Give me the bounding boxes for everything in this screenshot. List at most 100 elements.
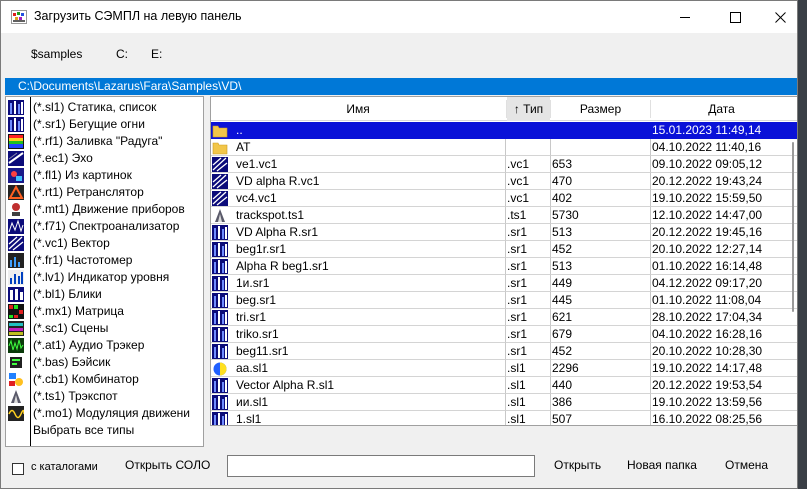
file-row[interactable]: beg.sr1 .sr1 445 01.10.2022 11:08,04	[211, 292, 797, 309]
type-item[interactable]: (*.cb1) Комбинатор	[6, 371, 203, 388]
file-date: 19.10.2022 15:59,50	[651, 190, 797, 207]
file-list[interactable]: Имя ↑ Тип Размер Дата .. 15.01.2023 11:49…	[210, 96, 797, 426]
type-item[interactable]: (*.ts1) Трэкспот	[6, 388, 203, 405]
type-item[interactable]: Выбрать все типы	[6, 422, 203, 439]
maximize-button[interactable]	[712, 1, 758, 33]
column-date[interactable]: Дата	[651, 97, 792, 121]
modulation-icon	[8, 406, 24, 421]
column-name[interactable]: Имя	[211, 97, 505, 121]
file-row[interactable]: .. 15.01.2023 11:49,14	[211, 122, 797, 139]
file-row[interactable]: Alpha R beg1.sr1 .sr1 513 01.10.2022 16:14,…	[211, 258, 797, 275]
matrix-icon	[8, 304, 24, 319]
file-name: 1и.sr1	[235, 275, 506, 292]
folder-icon	[211, 122, 235, 139]
new-folder-button[interactable]: Новая папка	[627, 458, 697, 472]
type-item[interactable]: (*.fr1) Частотомер	[6, 252, 203, 269]
file-name: trackspot.ts1	[235, 207, 506, 224]
file-row[interactable]: beg1r.sr1 .sr1 452 20.10.2022 12:27,14	[211, 241, 797, 258]
file-row[interactable]: aa.sl1 .sl1 2296 19.10.2022 14:17,48	[211, 360, 797, 377]
solo-input[interactable]	[227, 455, 535, 477]
combinator-icon	[8, 372, 24, 387]
file-row[interactable]: VD Alpha R.sr1 .sr1 513 20.12.2022 19:45,16	[211, 224, 797, 241]
file-size: 513	[551, 258, 651, 275]
type-item[interactable]: (*.mx1) Матрица	[6, 303, 203, 320]
file-type: .sr1	[506, 241, 551, 258]
file-date: 19.10.2022 13:59,56	[651, 394, 797, 411]
bottom-bar: с каталогами Открыть СОЛО Открыть Новая …	[1, 450, 797, 488]
file-row[interactable]: 1.sl1 .sl1 507 16.10.2022 08:25,56	[211, 411, 797, 425]
file-size: 679	[551, 326, 651, 343]
type-item[interactable]: (*.ec1) Эхо	[6, 150, 203, 167]
cancel-button[interactable]: Отмена	[725, 458, 768, 472]
file-type: .sl1	[506, 411, 551, 425]
app-icon	[11, 10, 27, 24]
type-item[interactable]: (*.mt1) Движение приборов	[6, 201, 203, 218]
file-row[interactable]: vc4.vc1 .vc1 402 19.10.2022 15:59,50	[211, 190, 797, 207]
file-row[interactable]: Vector Alpha R.sl1 .sl1 440 20.12.2022 19:5…	[211, 377, 797, 394]
file-date: 16.10.2022 08:25,56	[651, 411, 797, 425]
column-type[interactable]: ↑ Тип	[507, 97, 550, 121]
file-row[interactable]: tri.sr1 .sr1 621 28.10.2022 17:04,34	[211, 309, 797, 326]
bars-icon	[211, 309, 235, 326]
type-item[interactable]: (*.vc1) Вектор	[6, 235, 203, 252]
type-item[interactable]: (*.bl1) Блики	[6, 286, 203, 303]
file-date: 19.10.2022 14:17,48	[651, 360, 797, 377]
drive-e[interactable]: E:	[151, 47, 162, 61]
file-size: 653	[551, 156, 651, 173]
glare-icon	[8, 287, 24, 302]
open-button[interactable]: Открыть	[554, 458, 601, 472]
file-type: .sl1	[506, 360, 551, 377]
type-item-label: (*.f71) Спектроанализатор	[33, 219, 180, 233]
type-item[interactable]: (*.f71) Спектроанализатор	[6, 218, 203, 235]
type-item-label: (*.bas) Бэйсик	[33, 355, 111, 369]
type-item[interactable]: (*.rt1) Ретранслятор	[6, 184, 203, 201]
file-date: 01.10.2022 16:14,48	[651, 258, 797, 275]
file-name: beg11.sr1	[235, 343, 506, 360]
title-bar[interactable]: Загрузить СЭМПЛ на левую панель	[1, 1, 797, 33]
file-size: 513	[551, 224, 651, 241]
type-item[interactable]: (*.fl1) Из картинок	[6, 167, 203, 184]
bars-icon	[211, 377, 235, 394]
file-row[interactable]: triko.sr1 .sr1 679 04.10.2022 16:28,16	[211, 326, 797, 343]
close-button[interactable]	[757, 1, 797, 33]
file-date: 09.10.2022 09:05,12	[651, 156, 797, 173]
type-item[interactable]: (*.at1) Аудио Трэкер	[6, 337, 203, 354]
type-item[interactable]: (*.lv1) Индикатор уровня	[6, 269, 203, 286]
file-date: 04.10.2022 16:28,16	[651, 326, 797, 343]
type-item[interactable]: (*.sr1) Бегущие огни	[6, 116, 203, 133]
file-name: beg1r.sr1	[235, 241, 506, 258]
folder-icon	[211, 139, 235, 156]
file-row[interactable]: beg11.sr1 .sr1 452 20.10.2022 10:28,30	[211, 343, 797, 360]
open-solo-button[interactable]: Открыть СОЛО	[125, 458, 210, 472]
file-row[interactable]: VD alpha R.vc1 .vc1 470 20.12.2022 19:43,24	[211, 173, 797, 190]
file-row[interactable]: AT 04.10.2022 11:40,16	[211, 139, 797, 156]
type-item[interactable]: (*.sl1) Статика, список	[6, 99, 203, 116]
file-type	[506, 139, 551, 156]
drive-c[interactable]: C:	[116, 47, 128, 61]
file-type: .vc1	[506, 156, 551, 173]
bars-icon	[211, 224, 235, 241]
file-date: 20.12.2022 19:43,24	[651, 173, 797, 190]
file-type: .sr1	[506, 275, 551, 292]
with-folders-checkbox[interactable]	[12, 463, 24, 475]
file-row[interactable]: trackspot.ts1 .ts1 5730 12.10.2022 14:47,00	[211, 207, 797, 224]
level-icon	[8, 270, 24, 285]
file-row[interactable]: ии.sl1 .sl1 386 19.10.2022 13:59,56	[211, 394, 797, 411]
type-item[interactable]: (*.sc1) Сцены	[6, 320, 203, 337]
scrollbar-thumb[interactable]	[792, 142, 794, 312]
type-item[interactable]: (*.mo1) Модуляция движени	[6, 405, 203, 422]
with-folders-label[interactable]: с каталогами	[31, 461, 98, 473]
type-item[interactable]: (*.bas) Бэйсик	[6, 354, 203, 371]
minimize-button[interactable]	[662, 1, 708, 33]
column-size[interactable]: Размер	[551, 97, 650, 121]
file-row[interactable]: ve1.vc1 .vc1 653 09.10.2022 09:05,12	[211, 156, 797, 173]
file-row[interactable]: 1и.sr1 .sr1 449 04.12.2022 09:17,20	[211, 275, 797, 292]
type-item[interactable]: (*.rf1) Заливка "Радуга"	[6, 133, 203, 150]
current-path: C:\Documents\Lazarus\Fara\Samples\VD\	[5, 78, 797, 95]
file-name: Alpha R beg1.sr1	[235, 258, 506, 275]
bars-icon	[211, 326, 235, 343]
vector-icon	[211, 173, 235, 190]
drive-samples[interactable]: $samples	[31, 47, 82, 61]
file-type-list[interactable]: (*.sl1) Статика, список (*.sr1) Бегущие о…	[5, 96, 204, 447]
vertical-scrollbar[interactable]	[789, 122, 797, 425]
